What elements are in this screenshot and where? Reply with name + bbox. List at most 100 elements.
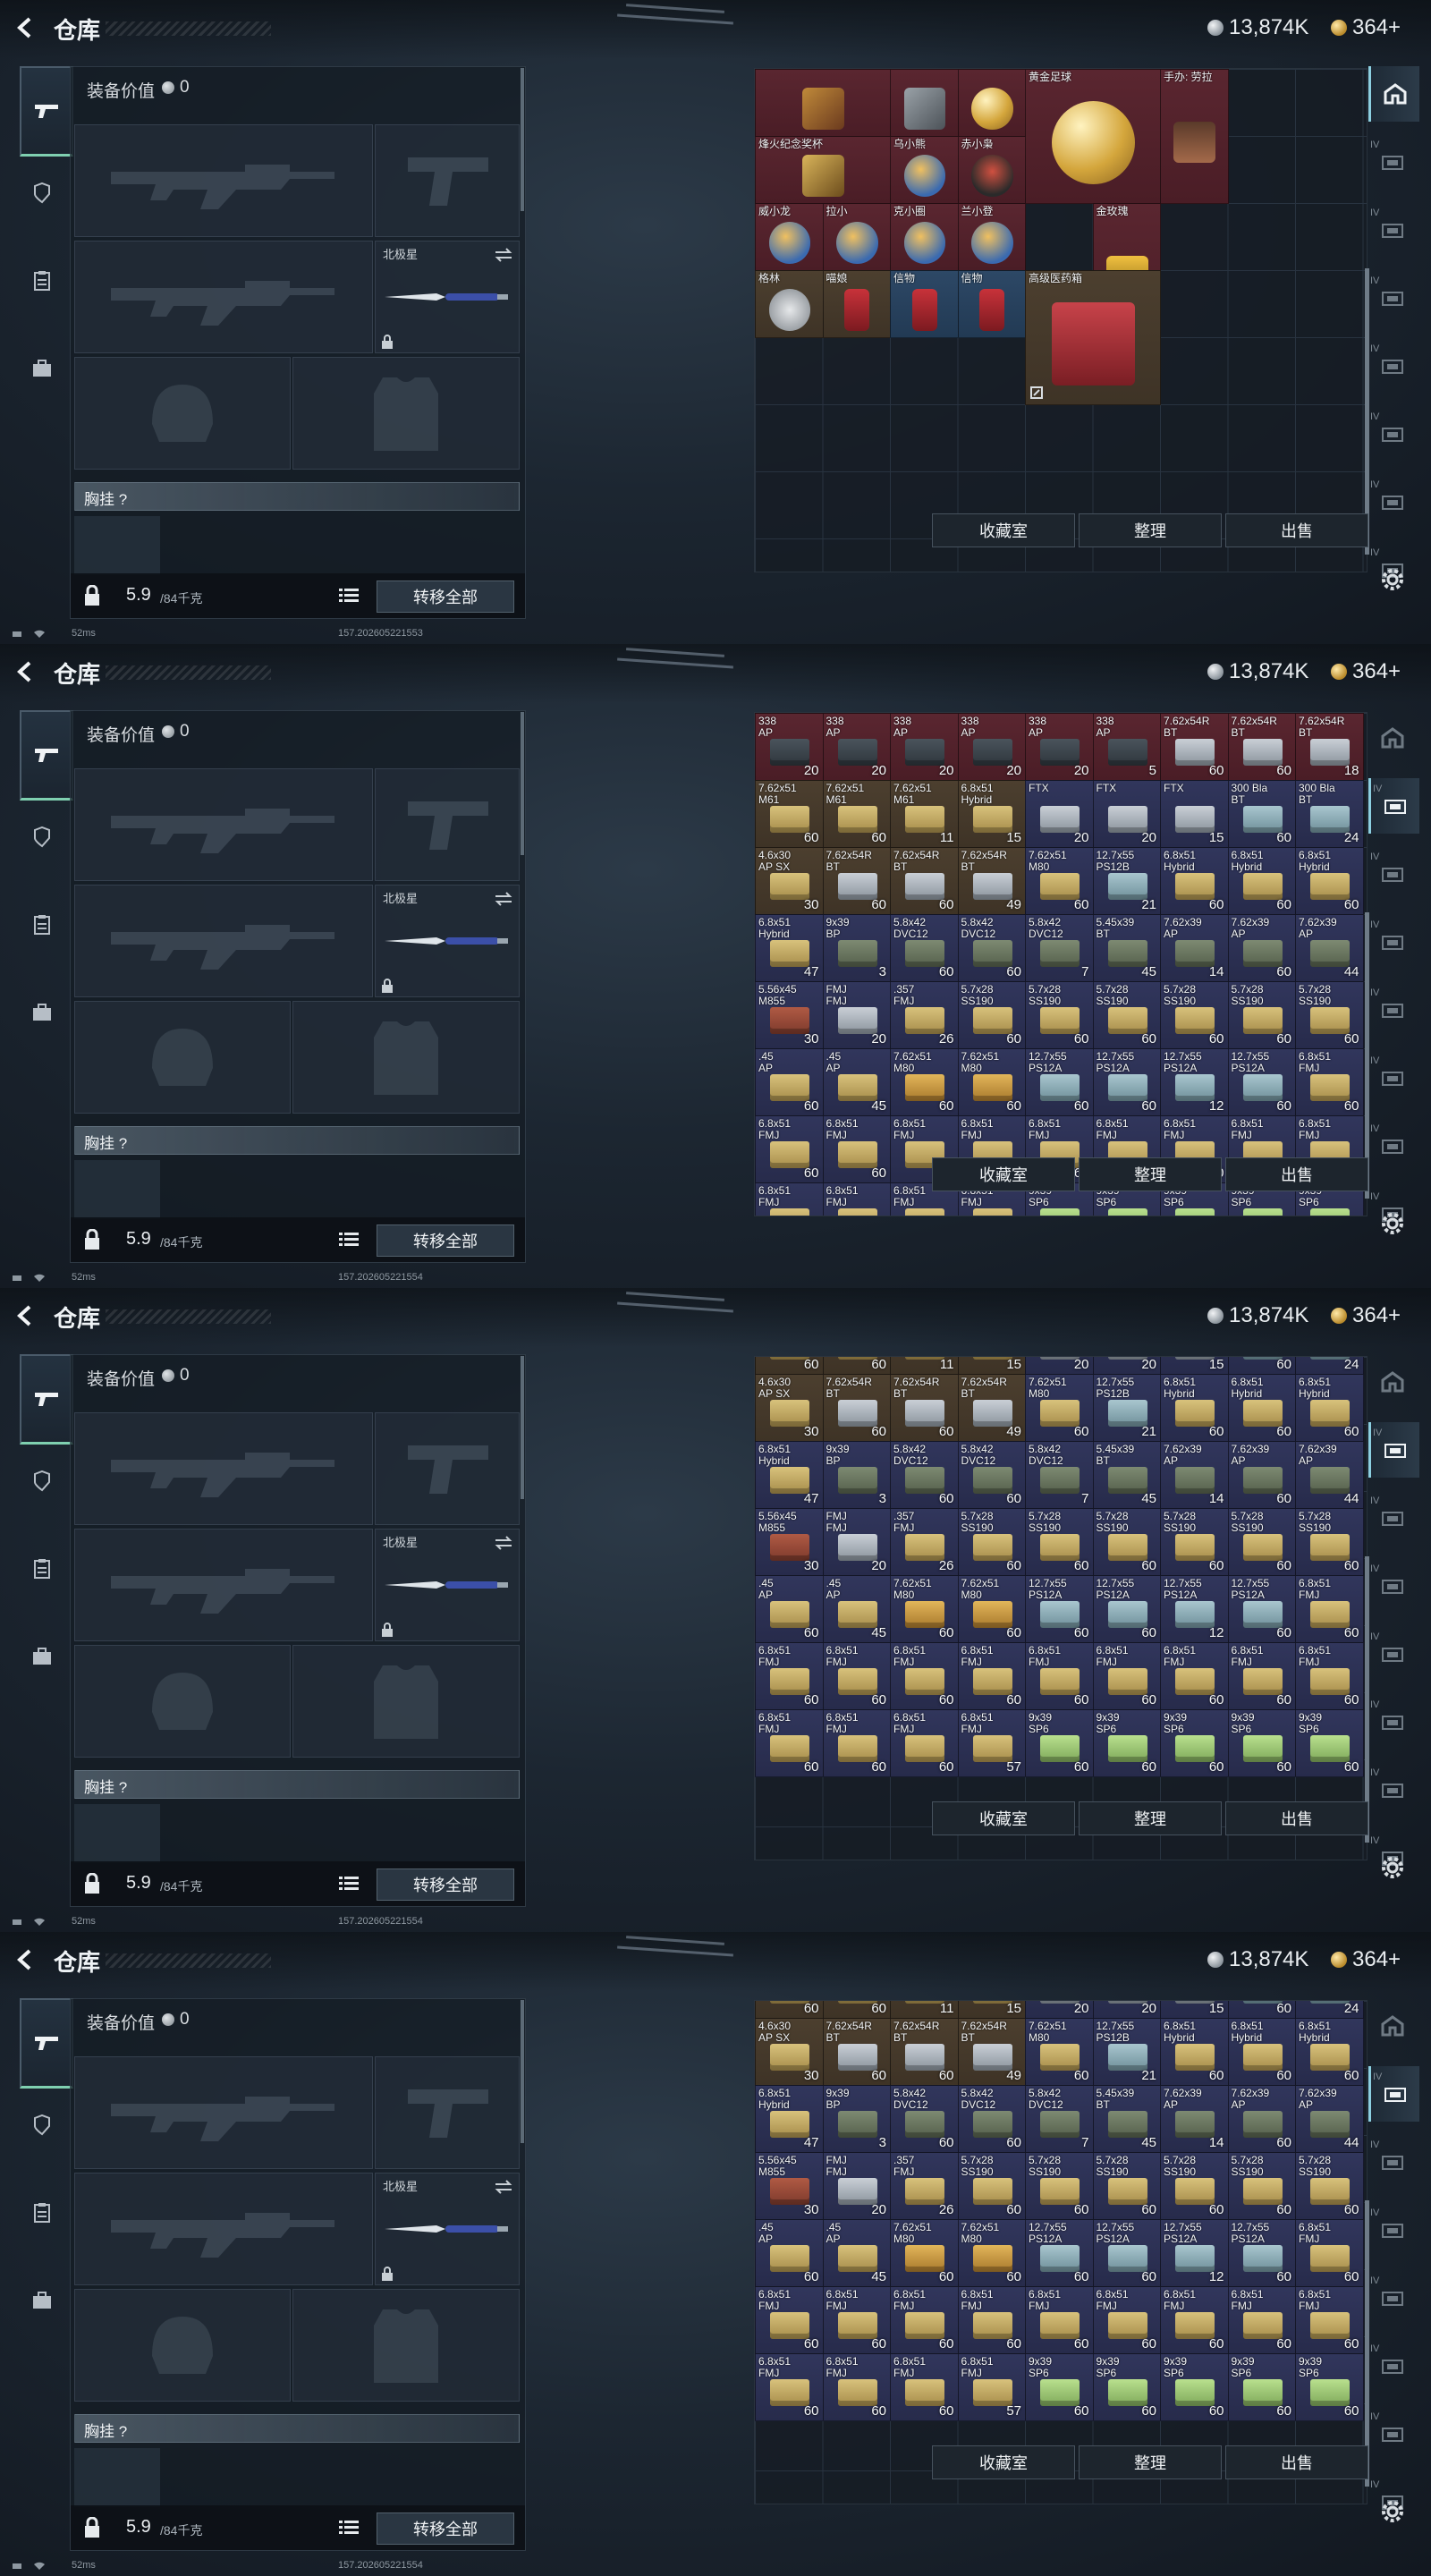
inventory-item[interactable]: 手办: 劳拉	[1160, 69, 1229, 204]
list-icon[interactable]	[339, 2520, 359, 2536]
vault-button[interactable]: 收藏室	[932, 513, 1075, 547]
inventory-item[interactable]: 6.8x51 FMJ 60	[755, 1115, 824, 1183]
inventory-item[interactable]: 5.7x28 SS190 60	[1227, 1508, 1296, 1576]
back-arrow-icon[interactable]	[13, 658, 39, 685]
inventory-item[interactable]: 6.8x51 Hybrid 60	[1160, 1374, 1229, 1442]
inventory-item[interactable]: 5.56x45 M855 30	[755, 981, 824, 1049]
inventory-item[interactable]: 12.7x55 PS12B 21	[1092, 2018, 1161, 2086]
inventory-item[interactable]: 5.45x39 BT 45	[1092, 2085, 1161, 2153]
sort-button[interactable]: 整理	[1079, 1801, 1222, 1835]
storage-tab[interactable]: IV	[1368, 914, 1417, 970]
primary-weapon-slot[interactable]	[74, 1412, 373, 1525]
inventory-item[interactable]: 9x39 SP6 60	[1092, 2353, 1161, 2421]
secondary-weapon-slot[interactable]	[74, 2173, 373, 2285]
inventory-item[interactable]: 5.8x42 DVC12 60	[890, 2085, 959, 2153]
inventory-item[interactable]: FTX20	[1092, 2001, 1161, 2019]
inventory-item[interactable]: 高级医药箱	[1025, 270, 1161, 405]
chest-rig-header[interactable]: 胸挂 ?	[74, 1126, 520, 1155]
inventory-item[interactable]: 7.62x39 AP 44	[1295, 2085, 1364, 2153]
inventory-item[interactable]: 300 Bla BT60	[1227, 1357, 1296, 1375]
inventory-item[interactable]: 7.62x51 M80 60	[1025, 847, 1094, 915]
inventory-item[interactable]: 5.7x28 SS190 60	[1092, 2152, 1161, 2220]
primary-weapon-slot[interactable]	[74, 2056, 373, 2169]
melee-slot[interactable]: 北极星	[375, 1529, 520, 1641]
inventory-item[interactable]: 7.62x51 M80 60	[957, 1048, 1026, 1116]
storage-tab[interactable]	[1368, 1998, 1417, 2054]
inventory-item[interactable]: 6.8x51 FMJ 60	[1227, 2286, 1296, 2354]
inventory-item[interactable]: 9x39 BP 3	[822, 2085, 891, 2153]
storage-tab[interactable]: IV	[1368, 846, 1417, 902]
inventory-item[interactable]: FTX15	[1160, 2001, 1229, 2019]
inventory-item[interactable]: 5.7x28 SS190 60	[1160, 2152, 1229, 2220]
body-armor-slot[interactable]	[292, 2289, 520, 2402]
inventory-item[interactable]: 5.7x28 SS190 60	[1295, 1508, 1364, 1576]
storage-tab[interactable]: IV	[1368, 2406, 1417, 2462]
inventory-item[interactable]: 5.45x39 BT 45	[1092, 1441, 1161, 1509]
sell-button[interactable]: 出售	[1225, 1157, 1368, 1191]
inventory-item[interactable]: 6.8x51 FMJ 60	[822, 2353, 891, 2421]
inventory-item[interactable]: 7.62x54R BT 60	[822, 847, 891, 915]
inventory-item[interactable]: 5.8x42 DVC12 7	[1025, 914, 1094, 982]
storage-tab[interactable]: IV	[1368, 270, 1417, 326]
vault-button[interactable]: 收藏室	[932, 1157, 1075, 1191]
inventory-item[interactable]: 5.7x28 SS190 60	[1295, 2152, 1364, 2220]
inventory-item[interactable]: 烽火纪念奖杯	[755, 136, 891, 204]
transfer-all-button[interactable]: 转移全部	[377, 2512, 514, 2545]
inventory-item[interactable]: 5.56x45 M855 30	[755, 2152, 824, 2220]
inventory-item[interactable]: 7.62x51 M6160	[755, 2001, 824, 2019]
inventory-item[interactable]: 9x39 BP 3	[822, 1441, 891, 1509]
inventory-item[interactable]: 6.8x51 FMJ 60	[822, 1709, 891, 1777]
inventory-item[interactable]: 6.8x51 FMJ 60	[890, 1642, 959, 1710]
storage-tab[interactable]: IV	[1368, 982, 1417, 1038]
transfer-all-button[interactable]: 转移全部	[377, 1868, 514, 1901]
inventory-item[interactable]: 5.7x28 SS190 60	[1025, 2152, 1094, 2220]
back-arrow-icon[interactable]	[13, 1302, 39, 1329]
inventory-item[interactable]: 338 AP 20	[1025, 713, 1094, 781]
inventory-item[interactable]: FMJ FMJ 20	[822, 1508, 891, 1576]
inventory-item[interactable]: 9x39 SP6 60	[1025, 1709, 1094, 1777]
nav-armor[interactable]	[20, 810, 64, 864]
nav-weapons[interactable]	[20, 1998, 73, 2089]
pistol-slot[interactable]	[375, 124, 520, 237]
inventory-item[interactable]: 喵娘	[822, 270, 891, 338]
inventory-item[interactable]: 6.8x51 FMJ 60	[755, 1642, 824, 1710]
inventory-item[interactable]: 9x39 SP6 60	[1160, 1709, 1229, 1777]
storage-tab[interactable]: IV	[1368, 406, 1417, 462]
inventory-item[interactable]: 6.8x51 FMJ 60	[957, 1642, 1026, 1710]
gold-currency[interactable]: 364+	[1331, 14, 1401, 41]
inventory-item[interactable]: 7.62x54R BT 60	[890, 1374, 959, 1442]
inventory-item[interactable]: 6.8x51 FMJ 60	[755, 1709, 824, 1777]
inventory-item[interactable]: 6.8x51 Hybrid15	[957, 780, 1026, 848]
inventory-item[interactable]: 黄金足球	[1025, 69, 1161, 204]
inventory-item[interactable]: 338 AP 20	[890, 713, 959, 781]
storage-tab[interactable]: IV	[1368, 778, 1419, 834]
inventory-item[interactable]: 7.62x54R BT 49	[957, 847, 1026, 915]
swap-icon[interactable]	[494, 1535, 513, 1551]
helmet-slot[interactable]	[74, 2289, 291, 2402]
storage-tab[interactable]: IV	[1368, 1118, 1417, 1174]
inventory-item[interactable]: .357 FMJ 26	[890, 2152, 959, 2220]
inventory-item[interactable]: FTX15	[1160, 780, 1229, 848]
inventory-item[interactable]: 信物	[957, 270, 1026, 338]
inventory-item[interactable]: 6.8x51 FMJ 57	[957, 1709, 1026, 1777]
inventory-item[interactable]: 7.62x54R BT 60	[822, 2018, 891, 2086]
inventory-item[interactable]: 6.8x51 FMJ 60	[1295, 1048, 1364, 1116]
inventory-item[interactable]: 6.8x51 FMJ 60	[1160, 1642, 1229, 1710]
inventory-item[interactable]: 12.7x55 PS12A 60	[1227, 2219, 1296, 2287]
inventory-item[interactable]: 6.8x51 Hybrid15	[957, 1357, 1026, 1375]
inventory-item[interactable]: .45 AP 45	[822, 2219, 891, 2287]
inventory-item[interactable]: 9x39 SP6 60	[1295, 1709, 1364, 1777]
inventory-item[interactable]: 5.8x42 DVC12 60	[957, 1441, 1026, 1509]
inventory-item[interactable]: 300 Bla BT60	[1227, 2001, 1296, 2019]
storage-tab[interactable]	[1368, 1354, 1417, 1410]
storage-tab[interactable]: IV	[1368, 1422, 1419, 1478]
storage-tab[interactable]: IV	[1368, 1490, 1417, 1546]
storage-tab[interactable]: IV	[1368, 2202, 1417, 2258]
inventory-item[interactable]: 5.56x45 M855 30	[755, 1508, 824, 1576]
inventory-item[interactable]: 5.8x42 DVC12 60	[957, 2085, 1026, 2153]
chest-rig-slot[interactable]	[74, 2448, 160, 2507]
inventory-item[interactable]: 12.7x55 PS12B 21	[1092, 1374, 1161, 1442]
inventory-item[interactable]: 7.62x39 AP 14	[1160, 914, 1229, 982]
inventory-item[interactable]: 7.62x51 M6160	[755, 1357, 824, 1375]
gear-icon[interactable]	[1378, 1853, 1407, 1882]
